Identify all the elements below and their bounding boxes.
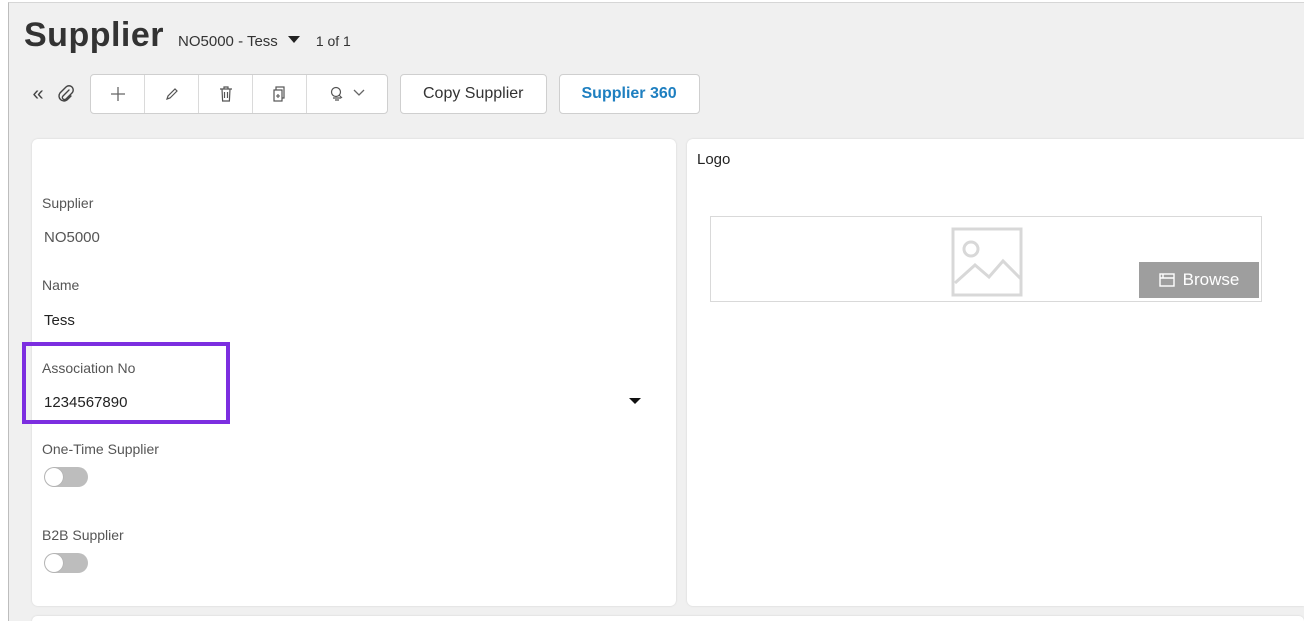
pencil-icon [165, 88, 178, 100]
toggle-knob [45, 468, 63, 486]
supplier-360-button[interactable]: Supplier 360 [558, 74, 700, 114]
b2b-supplier-toggle[interactable] [44, 553, 88, 573]
caret-down-icon [287, 36, 300, 43]
toggle-knob [45, 554, 63, 572]
supplier-value: NO5000 [44, 229, 100, 246]
browse-button[interactable]: Browse [1139, 262, 1259, 298]
trash-icon [219, 86, 232, 102]
delete-button[interactable] [199, 75, 253, 113]
page-title: Supplier [24, 16, 165, 54]
highlight-box [22, 342, 230, 424]
logo-label: Logo [697, 151, 731, 168]
name-label: Name [42, 277, 80, 293]
next-section-card [32, 616, 1304, 621]
browse-button-label: Browse [1182, 270, 1240, 289]
record-selector[interactable]: NO5000 - Tess [178, 33, 300, 50]
record-count: 1 of 1 [315, 33, 351, 49]
plus-icon [110, 87, 125, 101]
logo-dropzone[interactable]: Browse [710, 216, 1262, 302]
copy-supplier-button[interactable]: Copy Supplier [400, 74, 547, 114]
page-header: Supplier NO5000 - Tess 1 of 1 [24, 16, 351, 55]
name-value: Tess [44, 312, 75, 329]
image-placeholder-icon [951, 227, 1023, 297]
browse-icon [1158, 273, 1175, 287]
collapse-icon[interactable]: « [24, 74, 52, 114]
action-button-group [90, 74, 388, 114]
paperclip-icon[interactable] [52, 74, 80, 114]
supplier-label: Supplier [42, 195, 94, 211]
add-button[interactable] [91, 75, 145, 113]
caret-down-icon[interactable] [629, 398, 641, 404]
edit-button[interactable] [145, 75, 199, 113]
duplicate-icon [272, 86, 285, 102]
chevron-down-icon [353, 88, 365, 100]
duplicate-button[interactable] [253, 75, 307, 113]
alert-menu-button[interactable] [307, 75, 387, 113]
toolbar: « Copy Supplier Supplier 360 [24, 74, 700, 114]
alert-icon [330, 86, 343, 101]
record-selector-label: NO5000 - Tess [178, 33, 278, 50]
one-time-supplier-label: One-Time Supplier [42, 441, 159, 457]
b2b-supplier-label: B2B Supplier [42, 527, 124, 543]
one-time-supplier-toggle[interactable] [44, 467, 88, 487]
logo-card: Logo Browse [687, 139, 1304, 606]
